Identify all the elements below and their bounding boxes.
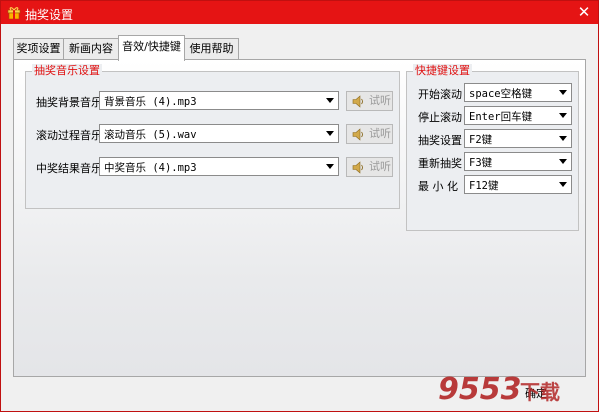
close-button[interactable]: ✕ — [576, 4, 592, 20]
start-scroll-label: 开始滚动 — [418, 88, 462, 101]
svg-text:9553: 9553 — [438, 372, 522, 407]
result-music-label: 中奖结果音乐 — [36, 162, 102, 175]
draw-settings-hotkey-select[interactable]: F2键 — [464, 129, 572, 148]
result-music-select[interactable]: 中奖音乐 (4).mp3 — [99, 157, 339, 176]
chevron-down-icon — [559, 182, 567, 187]
minimize-hotkey-value: F12键 — [469, 180, 499, 192]
redraw-hotkey-select[interactable]: F3键 — [464, 152, 572, 171]
tab-help[interactable]: 使用帮助 — [184, 38, 239, 60]
svg-text:下载: 下载 — [520, 380, 560, 404]
chevron-down-icon — [559, 113, 567, 118]
chevron-down-icon — [326, 98, 334, 103]
redraw-hotkey-value: F3键 — [469, 157, 493, 169]
hotkey-settings-group: 快捷键设置 开始滚动 space空格键 停止滚动 Enter回车键 抽奖设置 F… — [406, 64, 579, 231]
chevron-down-icon — [559, 159, 567, 164]
title-bar[interactable]: 抽奖设置 ✕ — [1, 1, 598, 24]
client-area: 奖项设置 新画内容 音效/快捷键 使用帮助 抽奖音乐设置 抽奖背景音乐 背景音乐… — [1, 24, 598, 411]
tab-sound-hotkeys[interactable]: 音效/快捷键 — [118, 35, 185, 61]
scroll-music-preview-label: 试听 — [369, 127, 391, 140]
stop-scroll-hotkey-value: Enter回车键 — [469, 111, 533, 123]
minimize-hotkey-select[interactable]: F12键 — [464, 175, 572, 194]
speaker-icon — [352, 161, 363, 174]
bg-music-value: 背景音乐 (4).mp3 — [104, 96, 197, 108]
draw-settings-hotkey-value: F2键 — [469, 134, 493, 146]
stop-scroll-hotkey-select[interactable]: Enter回车键 — [464, 106, 572, 125]
scroll-music-select[interactable]: 滚动音乐 (5).wav — [99, 124, 339, 143]
stop-scroll-label: 停止滚动 — [418, 111, 462, 124]
redraw-label: 重新抽奖 — [418, 157, 462, 170]
minimize-label: 最 小 化 — [418, 180, 458, 193]
settings-window: 抽奖设置 ✕ 奖项设置 新画内容 音效/快捷键 使用帮助 抽奖音乐设置 抽奖背景… — [0, 0, 599, 412]
speaker-icon — [352, 128, 363, 141]
music-group-title: 抽奖音乐设置 — [32, 64, 102, 78]
window-title: 抽奖设置 — [25, 8, 74, 22]
scroll-music-label: 滚动过程音乐 — [36, 129, 102, 142]
chevron-down-icon — [326, 131, 334, 136]
gift-icon — [7, 7, 21, 19]
draw-settings-label: 抽奖设置 — [418, 134, 462, 147]
tab-prizes[interactable]: 奖项设置 — [13, 38, 64, 60]
scroll-music-preview-button[interactable]: 试听 — [346, 124, 393, 144]
bg-music-preview-button[interactable]: 试听 — [346, 91, 393, 111]
music-settings-group: 抽奖音乐设置 抽奖背景音乐 背景音乐 (4).mp3 试听 滚动过程音乐 滚动音… — [25, 64, 400, 209]
scroll-music-value: 滚动音乐 (5).wav — [104, 129, 197, 141]
tab-panel-sound-hotkeys: 抽奖音乐设置 抽奖背景音乐 背景音乐 (4).mp3 试听 滚动过程音乐 滚动音… — [13, 59, 586, 377]
chevron-down-icon — [559, 136, 567, 141]
chevron-down-icon — [559, 90, 567, 95]
speaker-icon — [352, 95, 363, 108]
result-music-preview-label: 试听 — [369, 160, 391, 173]
result-music-preview-button[interactable]: 试听 — [346, 157, 393, 177]
result-music-value: 中奖音乐 (4).mp3 — [104, 162, 197, 174]
bg-music-label: 抽奖背景音乐 — [36, 96, 102, 109]
bg-music-preview-label: 试听 — [369, 94, 391, 107]
start-scroll-hotkey-select[interactable]: space空格键 — [464, 83, 572, 102]
tab-content[interactable]: 新画内容 — [63, 38, 119, 60]
close-icon: ✕ — [577, 3, 591, 21]
bg-music-select[interactable]: 背景音乐 (4).mp3 — [99, 91, 339, 110]
start-scroll-hotkey-value: space空格键 — [469, 88, 533, 100]
chevron-down-icon — [326, 164, 334, 169]
watermark-logo: 9553 下载 — [438, 372, 560, 407]
hotkey-group-title: 快捷键设置 — [413, 64, 472, 78]
